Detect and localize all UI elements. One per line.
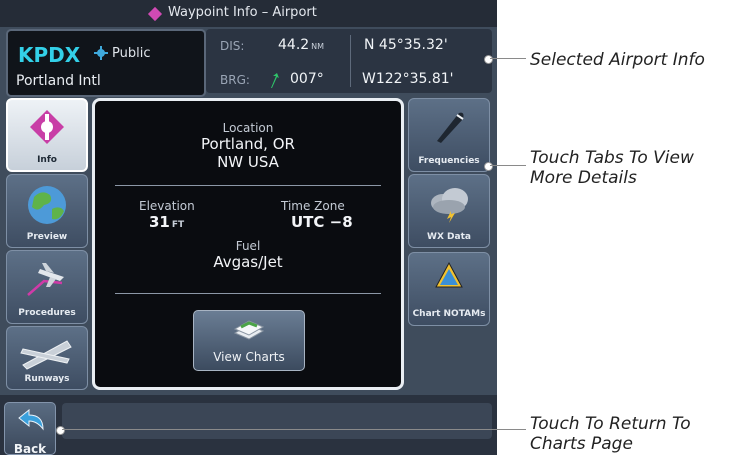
- tab-preview[interactable]: Preview: [6, 174, 88, 248]
- back-label: Back: [13, 442, 47, 455]
- callout-return-line1: Touch To Return To: [530, 414, 691, 434]
- brg-label: BRG:: [220, 73, 250, 87]
- tab-info-label: Info: [37, 155, 57, 165]
- elevation-value: 31 FT: [149, 213, 184, 231]
- notam-icon: [435, 261, 463, 288]
- details-divider: [115, 185, 381, 186]
- brg-value: 007°: [290, 71, 324, 87]
- callout-tabs-line2: More Details: [530, 168, 637, 188]
- callout-tabs-line1: Touch Tabs To View: [530, 148, 694, 168]
- bearing-arrow-icon: [271, 73, 279, 88]
- procedures-icon: [27, 263, 64, 296]
- tab-chart-notams[interactable]: Chart NOTAMs: [408, 252, 490, 326]
- title-bar: Waypoint Info – Airport: [0, 0, 497, 27]
- dis-label: DIS:: [220, 39, 245, 53]
- headset-icon: [437, 112, 464, 143]
- callout-dot-airport: [484, 55, 493, 64]
- back-button[interactable]: Back: [4, 402, 56, 455]
- page-title: Waypoint Info – Airport: [168, 5, 317, 20]
- airport-identifier-box[interactable]: KPDX Public Portland Intl: [6, 29, 206, 97]
- fuel-value: Avgas/Jet: [213, 253, 283, 271]
- waypoint-icon: [147, 6, 163, 22]
- callout-dot-tabs: [484, 162, 493, 171]
- airport-type: Public: [112, 46, 151, 61]
- globe-icon: [28, 186, 66, 224]
- charts-stack-icon: [233, 320, 265, 340]
- tab-wx-data[interactable]: WX Data: [408, 174, 490, 248]
- callout-line-tabs: [490, 165, 526, 166]
- dis-unit: NM: [311, 42, 325, 51]
- runway-icon: [20, 340, 72, 370]
- tab-runways[interactable]: Runways: [6, 326, 88, 390]
- tab-procedures-label: Procedures: [18, 308, 76, 318]
- airport-name: Portland Intl: [16, 73, 101, 89]
- location-label: Location: [222, 121, 274, 135]
- bottom-bar: [0, 395, 497, 455]
- data-divider: [350, 35, 351, 87]
- tab-info[interactable]: Info: [6, 98, 88, 172]
- longitude: W122°35.81': [362, 71, 454, 87]
- elevation-label: Elevation: [139, 199, 195, 213]
- fuel-label: Fuel: [235, 239, 261, 253]
- tab-frequencies-label: Frequencies: [418, 156, 480, 166]
- airport-details-panel: Location Portland, OR NW USA Elevation 3…: [92, 98, 404, 390]
- cloud-icon: [431, 188, 468, 223]
- callout-dot-back: [56, 426, 65, 435]
- elevation-number: 31: [149, 213, 170, 231]
- location-city: Portland, OR: [201, 135, 295, 153]
- tab-runways-label: Runways: [24, 374, 70, 384]
- bottom-bar-field: [62, 403, 492, 439]
- callout-return-line2: Charts Page: [530, 434, 633, 454]
- position-data-panel: DIS: 44.2 NM BRG: 007° N 45°35.32' W122°3…: [206, 29, 492, 93]
- tab-preview-label: Preview: [26, 232, 68, 242]
- public-airport-icon: [94, 46, 108, 60]
- callout-line-airport: [490, 58, 526, 59]
- timezone-label: Time Zone: [281, 199, 345, 213]
- tab-procedures[interactable]: Procedures: [6, 250, 88, 324]
- back-arrow-icon: [18, 409, 44, 431]
- location-region: NW USA: [217, 153, 279, 171]
- waypoint-info-screen: Waypoint Info – Airport KPDX Public Port…: [0, 0, 497, 455]
- dis-value: 44.2 NM: [278, 37, 324, 53]
- view-charts-label: View Charts: [213, 350, 285, 364]
- callout-selected-airport: Selected Airport Info: [530, 50, 705, 70]
- details-divider-2: [115, 293, 381, 294]
- elevation-unit: FT: [171, 220, 185, 230]
- timezone-value: UTC −8: [291, 213, 353, 231]
- callout-line-back: [62, 429, 526, 430]
- tab-wx-data-label: WX Data: [427, 232, 471, 242]
- latitude: N 45°35.32': [364, 37, 448, 53]
- tab-frequencies[interactable]: Frequencies: [408, 98, 490, 172]
- dis-number: 44.2: [278, 37, 310, 53]
- airport-icon: [30, 110, 64, 144]
- tab-chart-notams-label: Chart NOTAMs: [412, 309, 486, 319]
- view-charts-button[interactable]: View Charts: [193, 310, 305, 371]
- airport-ident: KPDX: [18, 43, 81, 67]
